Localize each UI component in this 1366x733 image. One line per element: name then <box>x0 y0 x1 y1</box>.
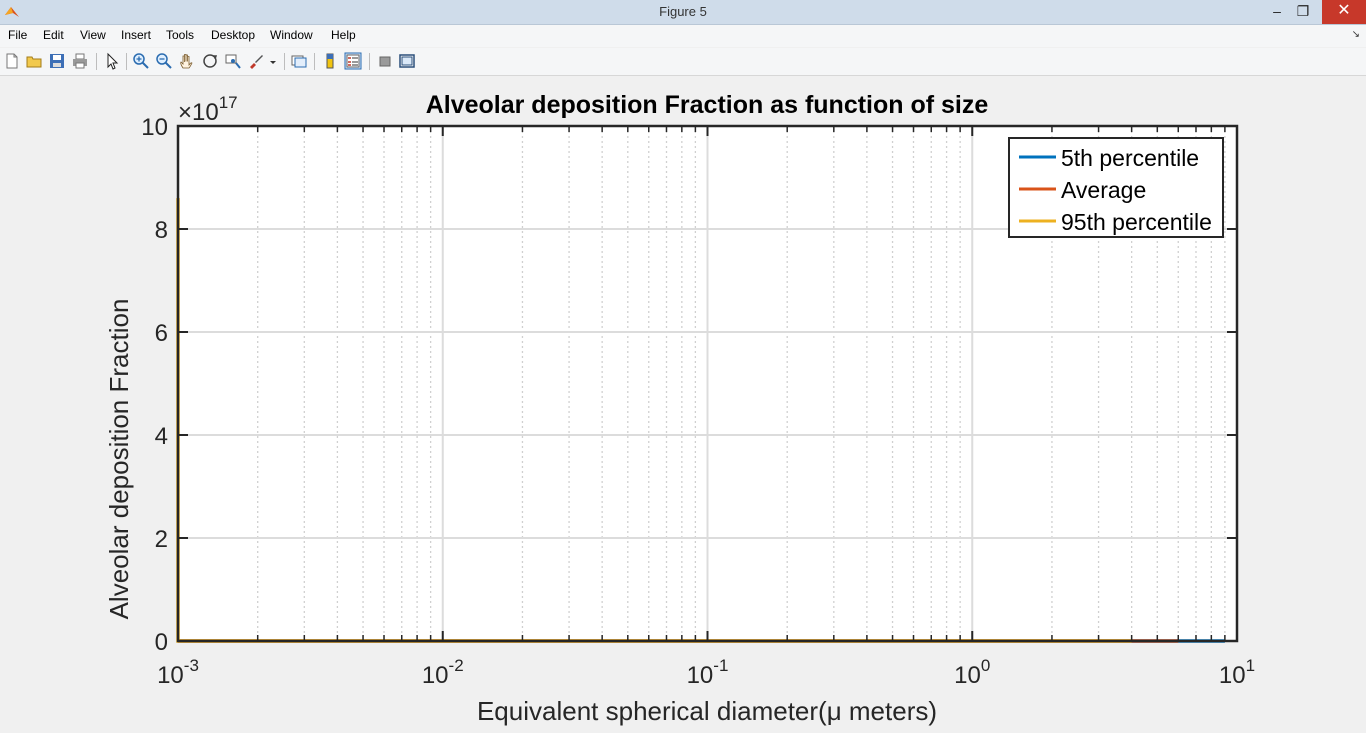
x-tick-label-base: 10 <box>422 662 449 689</box>
new-figure-icon[interactable] <box>3 52 21 70</box>
menu-file[interactable]: File <box>8 28 27 42</box>
legend[interactable]: 5th percentile Average 95th percentile <box>1008 137 1224 238</box>
toolbar-separator <box>369 53 370 70</box>
show-plot-tools-icon[interactable] <box>398 52 416 70</box>
x-tick-label-exponent: -3 <box>184 656 199 675</box>
x-tick-label: 101 <box>1219 656 1255 689</box>
save-icon[interactable] <box>48 52 66 70</box>
window-title-bar: Figure 5 – ❐ ✕ <box>0 0 1366 25</box>
y-tick-label: 10 <box>141 114 168 141</box>
restore-button[interactable]: ❐ <box>1290 0 1316 24</box>
edit-plot-arrow-icon[interactable] <box>103 52 121 70</box>
toolbar-separator <box>284 53 285 70</box>
y-tick-label: 0 <box>155 629 168 656</box>
y-tick-label: 6 <box>155 320 168 347</box>
data-cursor-icon[interactable] <box>224 52 242 70</box>
zoom-in-icon[interactable] <box>132 52 150 70</box>
window-title: Figure 5 <box>659 4 707 19</box>
x-tick-label: 10-1 <box>687 656 729 689</box>
minimize-button[interactable]: – <box>1264 0 1290 24</box>
y-tick-labels: 0 2 4 6 8 10 <box>141 114 168 656</box>
x-tick-label-base: 10 <box>687 662 714 689</box>
menu-desktop[interactable]: Desktop <box>211 28 255 42</box>
x-tick-label: 10-2 <box>422 656 464 689</box>
open-file-icon[interactable] <box>25 52 43 70</box>
legend-icon[interactable] <box>344 52 362 70</box>
y-exponent-power: 17 <box>219 93 238 112</box>
menu-help[interactable]: Help <box>331 28 356 42</box>
x-tick-label-exponent: 0 <box>981 656 990 675</box>
x-tick-label-exponent: -2 <box>449 656 464 675</box>
menu-view[interactable]: View <box>80 28 106 42</box>
y-tick-label: 4 <box>155 423 168 450</box>
menu-edit[interactable]: Edit <box>43 28 64 42</box>
brush-icon[interactable] <box>247 52 265 70</box>
zoom-out-icon[interactable] <box>155 52 173 70</box>
menu-bar: File Edit View Insert Tools Desktop Wind… <box>0 25 1366 47</box>
toolbar-separator <box>96 53 97 70</box>
menu-window[interactable]: Window <box>270 28 313 42</box>
x-tick-label-base: 10 <box>157 662 184 689</box>
y-tick-label: 8 <box>155 217 168 244</box>
menu-insert[interactable]: Insert <box>121 28 151 42</box>
x-tick-label-base: 10 <box>1219 662 1246 689</box>
y-tick-label: 2 <box>155 526 168 553</box>
figure-toolbar <box>0 48 1366 76</box>
brush-dropdown-icon[interactable] <box>268 52 278 70</box>
close-button[interactable]: ✕ <box>1322 0 1366 24</box>
y-exponent-label: ×1017 <box>178 93 238 126</box>
alveolar-deposition-chart[interactable]: 0246810 10-3 10-2 10-1 100 101 Alveolar depo… <box>0 76 1366 728</box>
pan-hand-icon[interactable] <box>178 52 196 70</box>
x-tick-labels: 10-3 10-2 10-1 100 101 <box>157 656 1255 689</box>
chart-title: Alveolar deposition Fraction as function… <box>426 91 989 119</box>
toolbar-separator <box>314 53 315 70</box>
figure-canvas: 0 2 4 6 8 10 10-3 10-2 10-1 100 101 Alveolar depo… <box>0 76 1366 728</box>
x-tick-label-exponent: 1 <box>1246 656 1255 675</box>
colorbar-icon[interactable] <box>321 52 339 70</box>
x-axis-label: Equivalent spherical diameter(μ meters) <box>477 696 937 726</box>
menu-overflow-arrow-icon[interactable]: ↘ <box>1352 29 1360 40</box>
y-exponent-base: ×10 <box>178 99 219 126</box>
x-tick-label-base: 10 <box>954 662 981 689</box>
x-tick-label: 10-3 <box>157 656 199 689</box>
x-tick-label: 100 <box>954 656 990 689</box>
y-axis-label: Alveolar deposition Fraction <box>104 299 134 620</box>
legend-label-average: Average <box>1061 177 1146 203</box>
legend-label-5th-percentile: 5th percentile <box>1061 145 1199 171</box>
toolbar-separator <box>126 53 127 70</box>
x-tick-label-exponent: -1 <box>713 656 728 675</box>
print-icon[interactable] <box>71 52 89 70</box>
menu-tools[interactable]: Tools <box>166 28 194 42</box>
rotate-3d-icon[interactable] <box>201 52 219 70</box>
hide-plot-tools-icon[interactable] <box>376 52 394 70</box>
legend-label-95th-percentile: 95th percentile <box>1061 209 1212 235</box>
link-plot-icon[interactable] <box>290 52 308 70</box>
